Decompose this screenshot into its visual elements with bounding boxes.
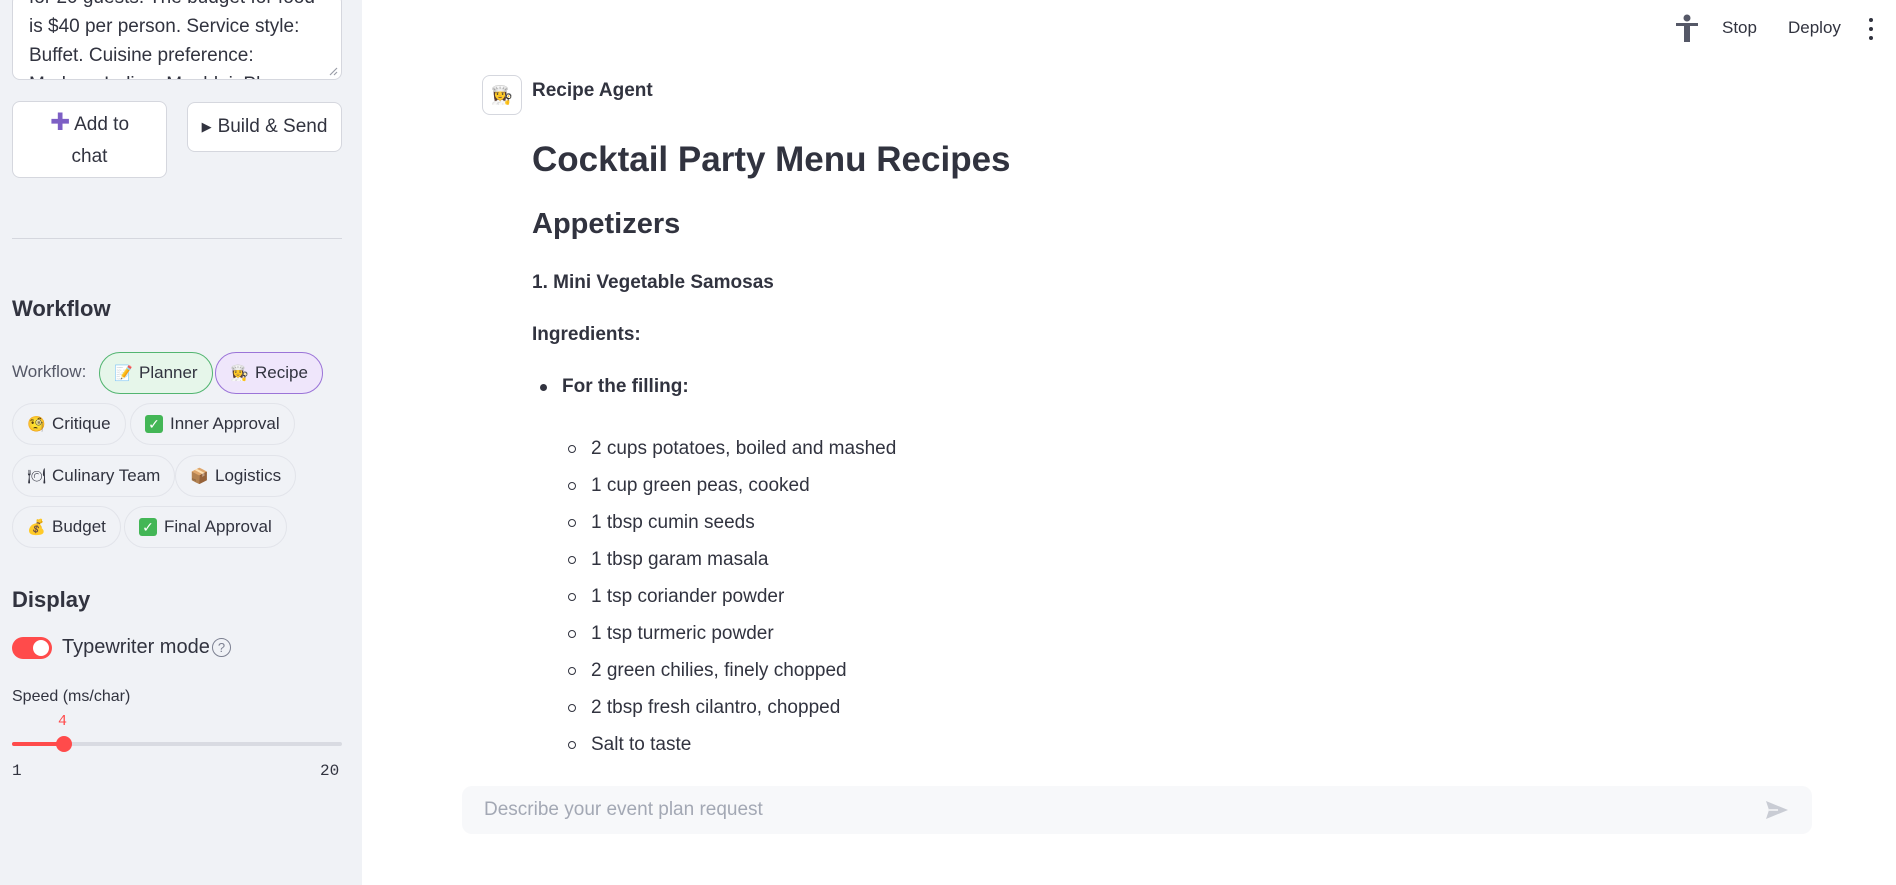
bullet-icon bbox=[540, 383, 547, 391]
speed-slider-value: 4 bbox=[58, 713, 68, 730]
accessibility-icon[interactable] bbox=[1674, 14, 1700, 44]
add-to-chat-button[interactable]: ✚ Add to chat bbox=[12, 101, 167, 178]
workflow-chip-final-approval[interactable]: ✓ Final Approval bbox=[124, 506, 287, 548]
chip-label-recipe: Recipe bbox=[255, 363, 308, 382]
resize-grip-icon[interactable] bbox=[328, 66, 338, 76]
speed-label: Speed (ms/char) bbox=[12, 688, 131, 705]
ingredient-text: 1 tbsp garam masala bbox=[591, 548, 769, 570]
filling-list-item: For the filling: bbox=[532, 376, 1792, 398]
sidebar: for 20 guests. The budget for food is $4… bbox=[0, 0, 362, 885]
add-to-chat-label-line2: chat bbox=[71, 145, 108, 167]
check-box-icon: ✓ bbox=[139, 518, 157, 536]
message-content: Cocktail Party Menu Recipes Appetizers 1… bbox=[532, 140, 1792, 398]
speed-slider-thumb[interactable] bbox=[56, 736, 73, 752]
chat-input-bar[interactable] bbox=[462, 786, 1812, 834]
speed-slider[interactable] bbox=[12, 736, 342, 752]
workflow-chip-planner[interactable]: 📝 Planner bbox=[99, 352, 213, 394]
deploy-button[interactable]: Deploy bbox=[1788, 18, 1841, 38]
chef-avatar-icon: 👩‍🍳 bbox=[482, 75, 522, 115]
ingredient-list-item: 1 tbsp garam masala bbox=[568, 541, 896, 578]
package-icon: 📦 bbox=[190, 468, 209, 485]
filling-ingredient-list: 2 cups potatoes, boiled and mashed 1 cup … bbox=[568, 430, 896, 763]
plus-icon: ✚ bbox=[49, 108, 71, 136]
request-textarea-text: for 20 guests. The budget for food is $4… bbox=[29, 0, 315, 79]
circle-bullet-icon bbox=[568, 592, 576, 601]
typewriter-label: Typewriter mode bbox=[62, 636, 210, 658]
circle-bullet-icon bbox=[568, 629, 576, 638]
ingredient-text: 1 tsp turmeric powder bbox=[591, 622, 774, 644]
build-send-button[interactable]: ▶ Build & Send bbox=[187, 102, 342, 152]
display-heading: Display bbox=[12, 587, 91, 612]
ingredient-list-item: 1 tsp coriander powder bbox=[568, 578, 896, 615]
ingredient-text: 1 cup green peas, cooked bbox=[591, 474, 810, 496]
help-icon[interactable]: ? bbox=[212, 638, 231, 657]
chef-icon: 👩‍🍳 bbox=[230, 365, 249, 382]
money-bag-icon: 💰 bbox=[27, 519, 46, 536]
ingredient-text: 2 green chilies, finely chopped bbox=[591, 659, 847, 681]
workflow-label: Workflow: bbox=[12, 362, 87, 381]
chip-label-budget: Budget bbox=[52, 517, 106, 536]
ingredient-text: 1 tsp coriander powder bbox=[591, 585, 785, 607]
workflow-heading: Workflow bbox=[12, 296, 111, 321]
workflow-chip-culinary-team[interactable]: 🍽 Culinary Team bbox=[12, 455, 176, 497]
workflow-chip-critique[interactable]: 🧐 Critique bbox=[12, 403, 126, 445]
chat-input[interactable] bbox=[484, 799, 1764, 821]
chip-label-final-approval: Final Approval bbox=[164, 517, 272, 536]
workflow-chip-logistics[interactable]: 📦 Logistics bbox=[175, 455, 297, 497]
play-icon: ▶ bbox=[201, 119, 212, 134]
ingredient-list-item: 1 tbsp cumin seeds bbox=[568, 504, 896, 541]
main-menu-icon[interactable] bbox=[1868, 18, 1874, 40]
speed-slider-max: 20 bbox=[320, 762, 340, 780]
workflow-chip-budget[interactable]: 💰 Budget bbox=[12, 506, 121, 548]
circle-bullet-icon bbox=[568, 444, 576, 453]
workflow-chip-inner-approval[interactable]: ✓ Inner Approval bbox=[130, 403, 295, 445]
agent-name: Recipe Agent bbox=[532, 80, 653, 101]
chip-label-inner-approval: Inner Approval bbox=[170, 414, 280, 433]
check-box-icon: ✓ bbox=[145, 415, 163, 433]
send-icon[interactable] bbox=[1764, 799, 1790, 821]
stop-button[interactable]: Stop bbox=[1722, 18, 1757, 38]
chip-label-planner: Planner bbox=[139, 363, 198, 382]
workflow-chip-recipe[interactable]: 👩‍🍳 Recipe bbox=[215, 352, 323, 394]
chip-label-logistics: Logistics bbox=[215, 466, 282, 485]
add-to-chat-label-line1: Add to bbox=[74, 113, 130, 135]
filling-label: For the filling: bbox=[562, 376, 689, 397]
circle-bullet-icon bbox=[568, 703, 576, 712]
section-heading: Appetizers bbox=[532, 208, 681, 240]
ingredient-text: 2 cups potatoes, boiled and mashed bbox=[591, 437, 897, 459]
chip-label-critique: Critique bbox=[52, 414, 111, 433]
circle-bullet-icon bbox=[568, 666, 576, 675]
ingredients-label: Ingredients: bbox=[532, 324, 641, 345]
ingredient-list-item: Salt to taste bbox=[568, 726, 896, 763]
circle-bullet-icon bbox=[568, 740, 576, 749]
ingredient-text: Salt to taste bbox=[591, 733, 692, 755]
dish-heading: 1. Mini Vegetable Samosas bbox=[532, 272, 774, 293]
ingredient-list-item: 2 cups potatoes, boiled and mashed bbox=[568, 430, 896, 467]
typewriter-toggle[interactable] bbox=[12, 637, 52, 659]
ingredient-text: 1 tbsp cumin seeds bbox=[591, 511, 755, 533]
monocle-face-icon: 🧐 bbox=[27, 416, 46, 433]
ingredient-list-item: 2 tbsp fresh cilantro, chopped bbox=[568, 689, 896, 726]
message-title: Cocktail Party Menu Recipes bbox=[532, 140, 1011, 179]
circle-bullet-icon bbox=[568, 555, 576, 564]
build-send-label: Build & Send bbox=[217, 116, 328, 137]
speed-slider-min: 1 bbox=[12, 762, 22, 780]
plate-cutlery-icon: 🍽 bbox=[27, 468, 47, 485]
ingredient-list-item: 1 cup green peas, cooked bbox=[568, 467, 896, 504]
chip-label-culinary-team: Culinary Team bbox=[52, 466, 161, 485]
memo-icon: 📝 bbox=[114, 365, 133, 382]
circle-bullet-icon bbox=[568, 481, 576, 490]
request-textarea[interactable]: for 20 guests. The budget for food is $4… bbox=[12, 0, 342, 80]
ingredient-list-item: 1 tsp turmeric powder bbox=[568, 615, 896, 652]
circle-bullet-icon bbox=[568, 518, 576, 527]
ingredient-list-item: 2 green chilies, finely chopped bbox=[568, 652, 896, 689]
ingredient-text: 2 tbsp fresh cilantro, chopped bbox=[591, 696, 841, 718]
sidebar-divider bbox=[12, 238, 342, 239]
